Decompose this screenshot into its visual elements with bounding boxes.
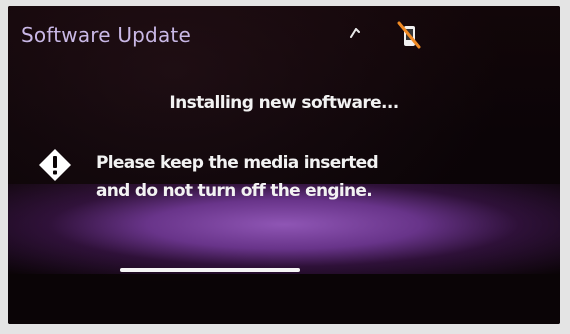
progress-bar xyxy=(120,268,300,272)
warning-message-line-2: and do not turn off the engine. xyxy=(96,181,373,201)
page-title: Software Update xyxy=(21,23,191,47)
signal-icon xyxy=(350,28,360,38)
warning-message: Please keep the media inserted and do no… xyxy=(96,149,379,205)
display-bezel: Software Update Installing new software.… xyxy=(0,0,570,334)
status-bar xyxy=(348,18,428,49)
warning-diamond-icon xyxy=(39,149,71,181)
phone-disconnected-icon xyxy=(397,21,421,49)
screen: Software Update Installing new software.… xyxy=(8,6,560,324)
install-status-text: Installing new software... xyxy=(169,93,399,113)
warning-message-line-1: Please keep the media inserted xyxy=(96,153,379,173)
progress-bar-fill xyxy=(120,268,300,272)
